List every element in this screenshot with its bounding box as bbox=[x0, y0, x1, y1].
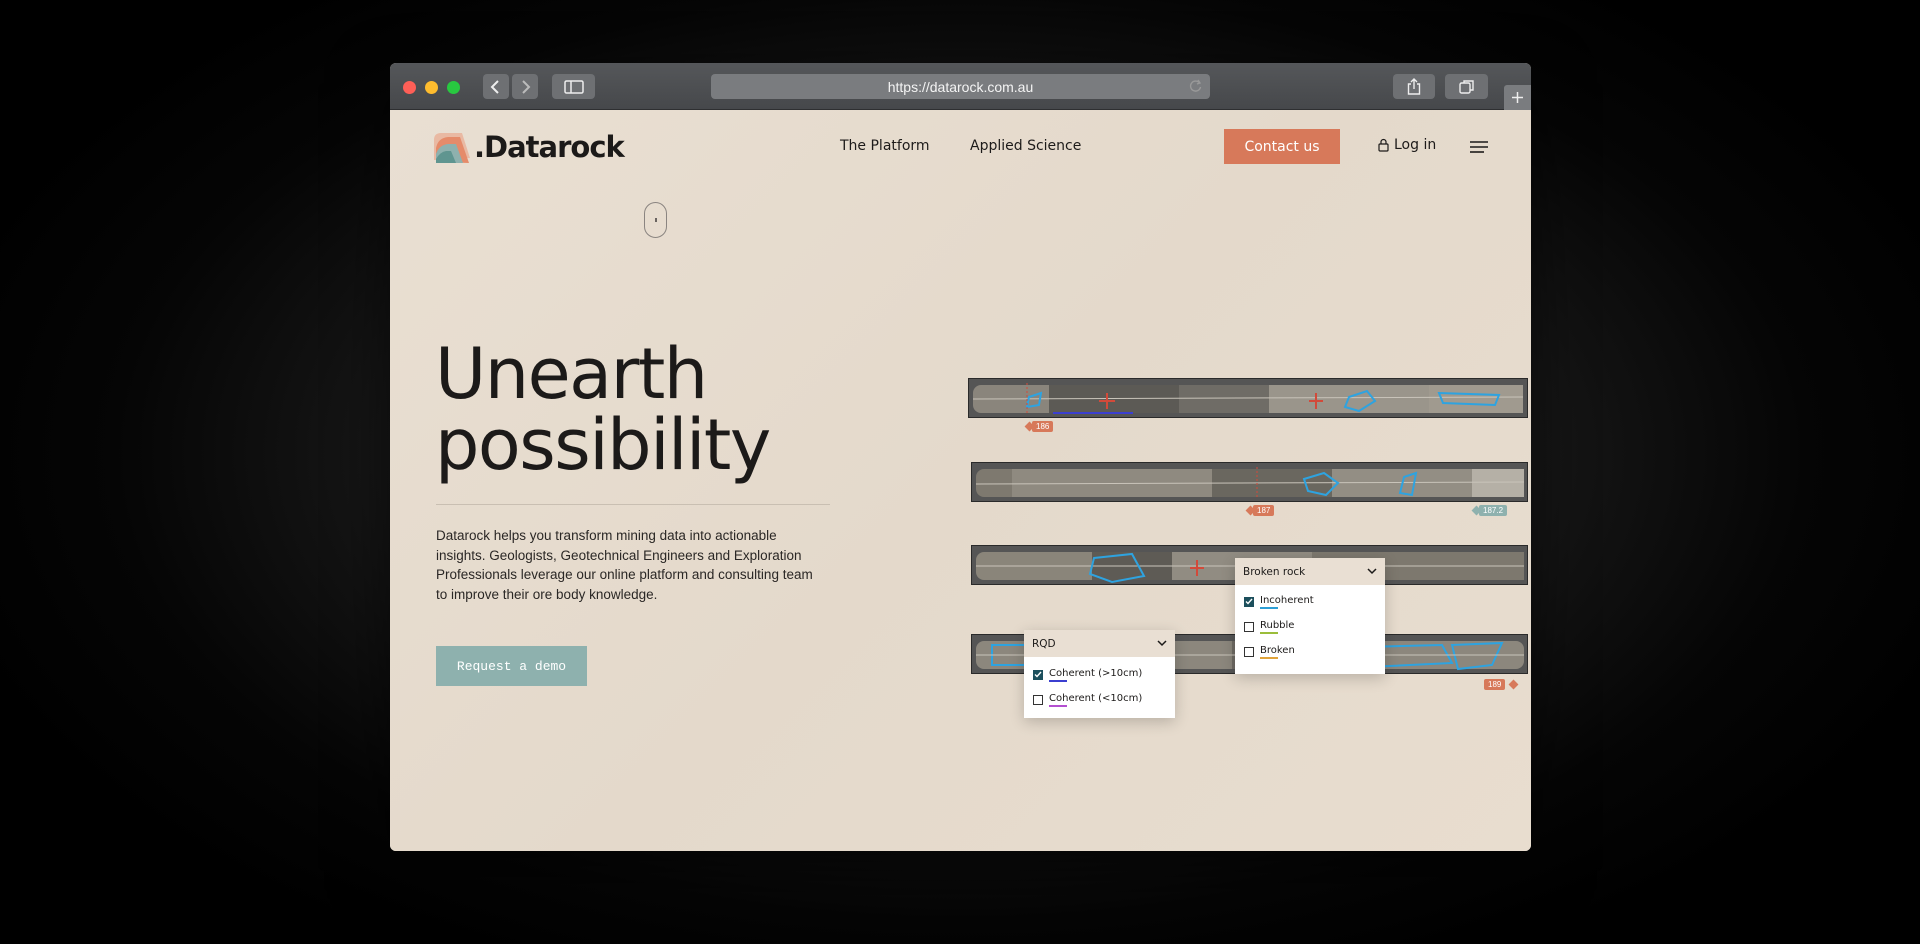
checkbox[interactable] bbox=[1244, 646, 1254, 657]
option-coherent-lt-10cm[interactable]: Coherent (<10cm) bbox=[1024, 687, 1175, 712]
maximize-window-button[interactable] bbox=[447, 81, 460, 94]
option-label: Broken bbox=[1260, 644, 1295, 656]
chevron-down-icon bbox=[1157, 640, 1167, 647]
depth-tag-189: 189 bbox=[1484, 679, 1506, 690]
chevron-right-icon bbox=[522, 79, 531, 94]
hero-headline: Unearth possibility bbox=[435, 333, 771, 486]
option-label: Rubble bbox=[1260, 619, 1295, 631]
broken-rock-title: Broken rock bbox=[1243, 565, 1306, 578]
depth-tag-186: 186 bbox=[1032, 421, 1054, 432]
checkbox[interactable] bbox=[1244, 621, 1254, 632]
rqd-dropdown[interactable]: RQD bbox=[1024, 630, 1175, 657]
rqd-title: RQD bbox=[1032, 637, 1056, 650]
plus-icon bbox=[1512, 92, 1523, 103]
chevron-down-icon bbox=[1367, 568, 1377, 575]
option-label: Coherent (<10cm) bbox=[1049, 692, 1143, 704]
datarock-logo-icon bbox=[434, 133, 470, 163]
back-button[interactable] bbox=[483, 74, 509, 99]
headline-line-2: possibility bbox=[435, 404, 771, 486]
checkbox[interactable] bbox=[1033, 694, 1043, 705]
request-demo-button[interactable]: Request a demo bbox=[436, 646, 587, 686]
option-label: Incoherent bbox=[1260, 594, 1314, 606]
logo[interactable]: .Datarock bbox=[432, 130, 625, 164]
depth-tag-187: 187 bbox=[1253, 505, 1275, 516]
url-text: https://datarock.com.au bbox=[887, 78, 1034, 95]
depth-marker-icon bbox=[1508, 679, 1519, 690]
tabs-icon bbox=[1458, 79, 1474, 94]
logo-text: .Datarock bbox=[474, 130, 625, 164]
reload-icon[interactable] bbox=[1189, 79, 1202, 96]
chevron-left-icon bbox=[490, 79, 499, 94]
divider bbox=[436, 504, 830, 505]
login-label: Log in bbox=[1394, 137, 1437, 153]
depth-tag-187-2: 187.2 bbox=[1479, 505, 1508, 516]
nav-link-the-platform[interactable]: The Platform bbox=[840, 138, 930, 154]
option-incoherent[interactable]: Incoherent bbox=[1235, 589, 1385, 614]
address-bar[interactable]: https://datarock.com.au bbox=[711, 74, 1210, 99]
scroll-indicator-icon bbox=[644, 202, 667, 238]
new-tab-button[interactable] bbox=[1504, 85, 1531, 110]
browser-window: https://datarock.com.au .Datarock The Pl… bbox=[390, 63, 1531, 851]
tabs-overview-button[interactable] bbox=[1445, 74, 1488, 99]
option-broken[interactable]: Broken bbox=[1235, 639, 1385, 664]
login-link[interactable]: Log in bbox=[1378, 137, 1436, 153]
core-tray-1 bbox=[968, 378, 1528, 418]
sidebar-icon bbox=[563, 79, 584, 94]
option-rubble[interactable]: Rubble bbox=[1235, 614, 1385, 639]
hamburger-menu-icon[interactable] bbox=[1469, 140, 1489, 154]
lock-icon bbox=[1378, 138, 1389, 152]
web-page: .Datarock The Platform Applied Science C… bbox=[390, 110, 1531, 851]
broken-rock-popup: Broken rock Incoherent Rubble Broken bbox=[1235, 558, 1385, 674]
close-window-button[interactable] bbox=[403, 81, 416, 94]
option-label: Coherent (>10cm) bbox=[1049, 667, 1143, 679]
sidebar-toggle-button[interactable] bbox=[552, 74, 595, 99]
core-tray-2 bbox=[971, 462, 1528, 502]
checkbox-checked[interactable] bbox=[1244, 596, 1254, 607]
contact-us-button[interactable]: Contact us bbox=[1224, 129, 1340, 164]
hero-description: Datarock helps you transform mining data… bbox=[436, 528, 813, 602]
rqd-popup: RQD Coherent (>10cm) Coherent (<10cm) bbox=[1024, 630, 1175, 718]
browser-toolbar: https://datarock.com.au bbox=[390, 63, 1531, 110]
broken-rock-dropdown[interactable]: Broken rock bbox=[1235, 558, 1385, 585]
option-coherent-gt-10cm[interactable]: Coherent (>10cm) bbox=[1024, 662, 1175, 687]
share-icon bbox=[1407, 78, 1421, 95]
minimize-window-button[interactable] bbox=[425, 81, 438, 94]
nav-link-applied-science[interactable]: Applied Science bbox=[970, 138, 1081, 154]
share-button[interactable] bbox=[1393, 74, 1435, 99]
headline-line-1: Unearth bbox=[435, 333, 708, 415]
checkbox-checked[interactable] bbox=[1033, 669, 1043, 680]
forward-button[interactable] bbox=[512, 74, 538, 99]
